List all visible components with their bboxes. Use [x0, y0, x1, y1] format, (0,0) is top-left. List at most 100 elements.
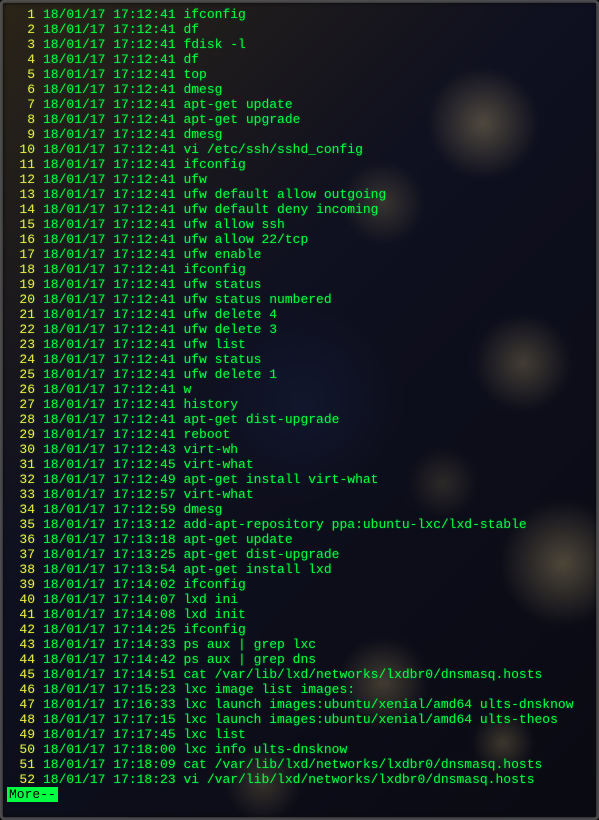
line-command: apt-get install virt-what: [183, 472, 378, 487]
history-list: 118/01/1717:12:41ifconfig218/01/1717:12:…: [7, 7, 596, 787]
line-date: 18/01/17: [43, 277, 105, 292]
history-line: 5218/01/1717:18:23vi /var/lib/lxd/networ…: [7, 772, 596, 787]
line-number: 15: [7, 217, 35, 232]
line-number: 18: [7, 262, 35, 277]
line-command: ufw default deny incoming: [183, 202, 378, 217]
line-command: apt-get upgrade: [183, 112, 300, 127]
line-command: cat /var/lib/lxd/networks/lxdbr0/dnsmasq…: [183, 757, 542, 772]
line-command: ufw list: [183, 337, 245, 352]
line-time: 17:12:41: [113, 37, 175, 52]
line-date: 18/01/17: [43, 187, 105, 202]
line-date: 18/01/17: [43, 757, 105, 772]
line-time: 17:14:25: [113, 622, 175, 637]
line-command: lxc launch images:ubuntu/xenial/amd64 ul…: [183, 697, 573, 712]
line-command: ufw status: [183, 277, 261, 292]
history-line: 3918/01/1717:14:02ifconfig: [7, 577, 596, 592]
more-prompt[interactable]: More--: [7, 787, 58, 802]
history-line: 2918/01/1717:12:41reboot: [7, 427, 596, 442]
line-command: ufw default allow outgoing: [183, 187, 386, 202]
line-date: 18/01/17: [43, 247, 105, 262]
line-command: apt-get update: [183, 532, 292, 547]
history-line: 1918/01/1717:12:41ufw status: [7, 277, 596, 292]
history-line: 4618/01/1717:15:23lxc image list images:: [7, 682, 596, 697]
line-date: 18/01/17: [43, 427, 105, 442]
line-time: 17:12:41: [113, 307, 175, 322]
line-command: virt-wh: [183, 442, 238, 457]
line-time: 17:14:42: [113, 652, 175, 667]
history-line: 2718/01/1717:12:41history: [7, 397, 596, 412]
line-time: 17:12:41: [113, 142, 175, 157]
line-date: 18/01/17: [43, 217, 105, 232]
line-number: 45: [7, 667, 35, 682]
line-date: 18/01/17: [43, 607, 105, 622]
line-number: 13: [7, 187, 35, 202]
terminal-output[interactable]: 118/01/1717:12:41ifconfig218/01/1717:12:…: [3, 3, 596, 802]
line-command: top: [183, 67, 206, 82]
line-time: 17:12:41: [113, 67, 175, 82]
line-number: 28: [7, 412, 35, 427]
history-line: 3118/01/1717:12:45virt-what: [7, 457, 596, 472]
line-command: history: [183, 397, 238, 412]
line-date: 18/01/17: [43, 127, 105, 142]
line-command: ifconfig: [183, 577, 245, 592]
line-time: 17:18:09: [113, 757, 175, 772]
line-time: 17:12:41: [113, 232, 175, 247]
line-number: 52: [7, 772, 35, 787]
line-command: reboot: [183, 427, 230, 442]
line-command: ufw allow 22/tcp: [183, 232, 308, 247]
line-time: 17:12:41: [113, 172, 175, 187]
line-time: 17:12:41: [113, 247, 175, 262]
line-number: 35: [7, 517, 35, 532]
line-command: dmesg: [183, 127, 222, 142]
line-number: 30: [7, 442, 35, 457]
line-number: 48: [7, 712, 35, 727]
history-line: 5018/01/1717:18:00lxc info ults-dnsknow: [7, 742, 596, 757]
line-number: 19: [7, 277, 35, 292]
line-date: 18/01/17: [43, 667, 105, 682]
line-command: dmesg: [183, 82, 222, 97]
line-time: 17:16:33: [113, 697, 175, 712]
line-date: 18/01/17: [43, 232, 105, 247]
line-date: 18/01/17: [43, 682, 105, 697]
line-date: 18/01/17: [43, 337, 105, 352]
history-line: 2518/01/1717:12:41ufw delete 1: [7, 367, 596, 382]
line-number: 47: [7, 697, 35, 712]
line-date: 18/01/17: [43, 112, 105, 127]
line-time: 17:18:00: [113, 742, 175, 757]
line-command: fdisk -l: [183, 37, 245, 52]
line-time: 17:14:02: [113, 577, 175, 592]
line-date: 18/01/17: [43, 562, 105, 577]
line-date: 18/01/17: [43, 742, 105, 757]
history-line: 3418/01/1717:12:59dmesg: [7, 502, 596, 517]
line-time: 17:12:41: [113, 382, 175, 397]
line-time: 17:14:07: [113, 592, 175, 607]
line-date: 18/01/17: [43, 487, 105, 502]
line-time: 17:12:49: [113, 472, 175, 487]
line-time: 17:12:41: [113, 292, 175, 307]
history-line: 518/01/1717:12:41top: [7, 67, 596, 82]
line-number: 42: [7, 622, 35, 637]
history-line: 4818/01/1717:17:15lxc launch images:ubun…: [7, 712, 596, 727]
line-date: 18/01/17: [43, 772, 105, 787]
line-number: 43: [7, 637, 35, 652]
line-command: apt-get install lxd: [183, 562, 331, 577]
history-line: 1418/01/1717:12:41ufw default deny incom…: [7, 202, 596, 217]
line-command: vi /var/lib/lxd/networks/lxdbr0/dnsmasq.…: [183, 772, 534, 787]
history-line: 4218/01/1717:14:25ifconfig: [7, 622, 596, 637]
line-command: ufw enable: [183, 247, 261, 262]
history-line: 318/01/1717:12:41fdisk -l: [7, 37, 596, 52]
line-time: 17:12:57: [113, 487, 175, 502]
line-date: 18/01/17: [43, 517, 105, 532]
line-date: 18/01/17: [43, 712, 105, 727]
line-number: 1: [7, 7, 35, 22]
line-command: ps aux | grep dns: [183, 652, 316, 667]
line-command: apt-get dist-upgrade: [183, 412, 339, 427]
history-line: 718/01/1717:12:41apt-get update: [7, 97, 596, 112]
history-line: 618/01/1717:12:41dmesg: [7, 82, 596, 97]
line-time: 17:12:41: [113, 157, 175, 172]
line-time: 17:12:41: [113, 187, 175, 202]
line-number: 49: [7, 727, 35, 742]
line-date: 18/01/17: [43, 142, 105, 157]
line-number: 37: [7, 547, 35, 562]
history-line: 4118/01/1717:14:08lxd init: [7, 607, 596, 622]
